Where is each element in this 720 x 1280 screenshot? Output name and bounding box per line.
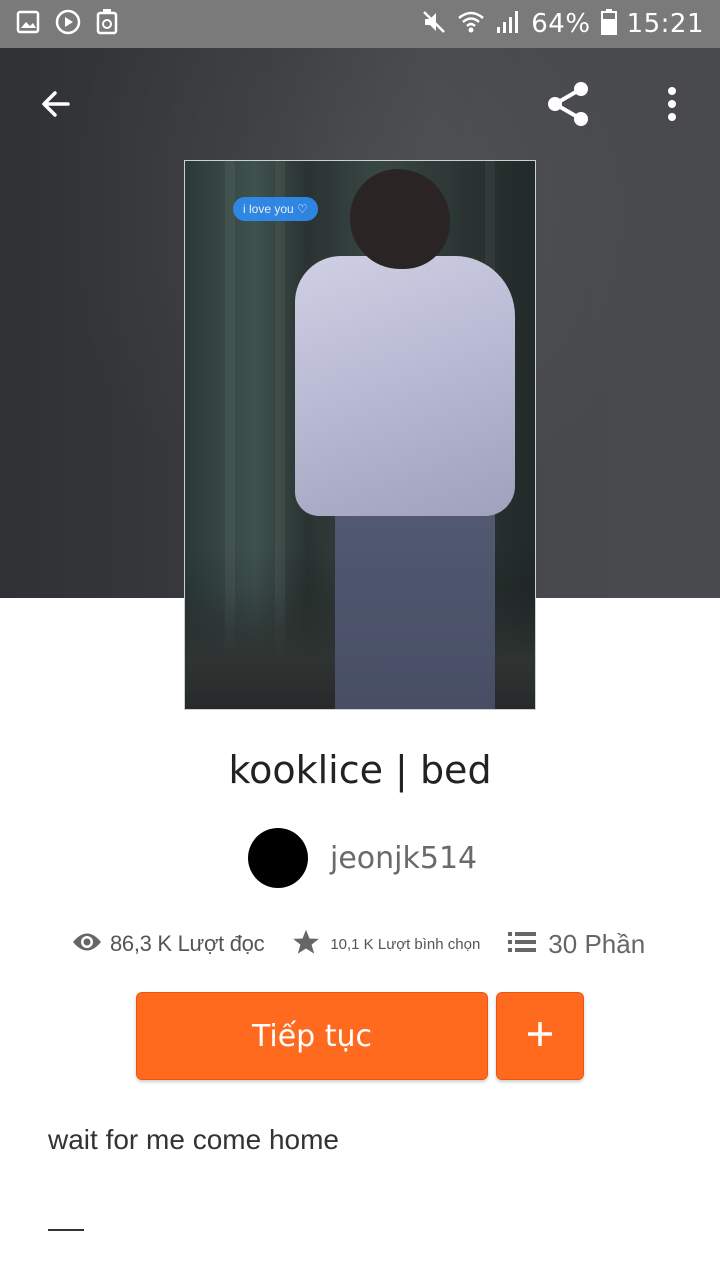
continue-reading-button[interactable]: Tiếp tục: [136, 992, 488, 1080]
list-icon: [508, 930, 537, 959]
clock: 15:21: [626, 9, 704, 39]
cover-message-bubble: i love you ♡: [233, 197, 318, 221]
back-button[interactable]: [28, 78, 84, 134]
votes-count: 10,1 K Lượt bình chọn: [330, 935, 481, 953]
share-button[interactable]: [538, 76, 598, 136]
author-link[interactable]: jeonjk514: [248, 828, 477, 888]
parts-stat: 30 Phần: [508, 929, 645, 960]
more-vertical-icon: [666, 86, 678, 127]
parts-count: 30 Phần: [548, 928, 646, 959]
reads-count: 86,3 K Lượt đọc: [110, 931, 265, 956]
status-bar: 64% 15:21: [0, 0, 720, 48]
arrow-left-icon: [38, 86, 74, 127]
story-details-screen: 64% 15:21 i love you ♡ kooklice | bed je…: [0, 0, 720, 1280]
story-description: wait for me come home: [48, 1124, 339, 1155]
avatar: [248, 828, 308, 888]
story-title: kooklice | bed: [228, 748, 492, 792]
add-to-library-button[interactable]: [496, 992, 584, 1080]
story-stats: 86,3 K Lượt đọc 10,1 K Lượt bình chọn 30…: [72, 922, 662, 966]
recycle-icon: [96, 8, 118, 40]
votes-stat: 10,1 K Lượt bình chọn: [292, 928, 480, 961]
music-icon: [54, 8, 82, 41]
signal-icon: [495, 9, 521, 40]
reads-stat: 86,3 K Lượt đọc: [72, 931, 265, 958]
battery-icon: [600, 8, 617, 40]
plus-icon: [525, 1019, 555, 1054]
battery-percent: 64%: [531, 9, 591, 39]
star-icon: [292, 928, 320, 961]
story-cover-image[interactable]: i love you ♡: [184, 160, 536, 710]
more-options-button[interactable]: [650, 78, 694, 134]
share-icon: [543, 79, 593, 134]
divider: [48, 1229, 84, 1231]
gallery-icon: [16, 10, 40, 39]
wifi-icon: [457, 9, 485, 40]
mute-icon: [421, 9, 447, 40]
eye-icon: [72, 931, 102, 958]
author-name: jeonjk514: [330, 840, 478, 876]
